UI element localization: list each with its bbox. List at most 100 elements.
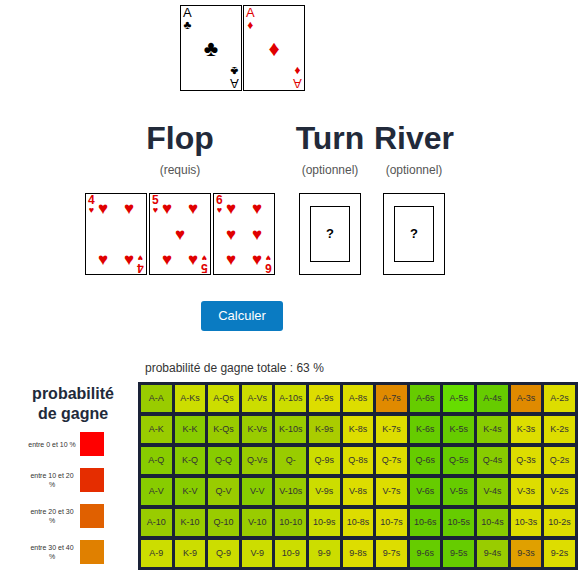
legend-item: entre 0 et 10 % bbox=[28, 432, 138, 456]
heart-pip-icon: ♥ bbox=[162, 200, 172, 217]
hand-cell[interactable]: Q-10 bbox=[208, 509, 239, 536]
hand-cell[interactable]: K-7s bbox=[376, 416, 407, 443]
hand-cell[interactable]: A-Qs bbox=[208, 385, 239, 412]
card-rank: 6 bbox=[265, 262, 272, 274]
hand-cell[interactable]: 9-4s bbox=[477, 540, 508, 567]
card-rank: A bbox=[246, 6, 255, 19]
hand-cell[interactable]: Q-7s bbox=[376, 447, 407, 474]
hand-cell[interactable]: 10-6s bbox=[410, 509, 441, 536]
hand-cell[interactable]: 9-6s bbox=[410, 540, 441, 567]
playing-card: 6♥♥♥♥♥♥♥6♥ bbox=[213, 193, 275, 275]
hand-cell[interactable]: Q-Q bbox=[208, 447, 239, 474]
hand-cell[interactable]: A-9s bbox=[309, 385, 340, 412]
hand-cell[interactable]: V-10 bbox=[242, 509, 273, 536]
hand-cell[interactable]: 10-4s bbox=[477, 509, 508, 536]
hand-cell[interactable]: A-3s bbox=[511, 385, 542, 412]
hand-cell[interactable]: K-9 bbox=[175, 540, 206, 567]
hand-cell[interactable]: V-5s bbox=[443, 478, 474, 505]
heart-pip-icon: ♥ bbox=[226, 200, 236, 217]
hand-cell[interactable]: K-Q bbox=[175, 447, 206, 474]
hand-cell[interactable]: K-4s bbox=[477, 416, 508, 443]
playing-card: A♣♣A♣ bbox=[180, 5, 242, 91]
hand-cell[interactable]: A-7s bbox=[376, 385, 407, 412]
hand-cell[interactable]: A-8s bbox=[343, 385, 374, 412]
hand-cell[interactable]: 9-2s bbox=[544, 540, 575, 567]
hand-cell[interactable]: 9-9 bbox=[309, 540, 340, 567]
card-suit-icon: ♥ bbox=[89, 206, 94, 215]
card-slot[interactable]: ? bbox=[383, 193, 445, 275]
hand-cell[interactable]: 9-8s bbox=[343, 540, 374, 567]
hand-cell[interactable]: 10-3s bbox=[511, 509, 542, 536]
card-suit-icon: ♥ bbox=[153, 206, 158, 215]
hand-cell[interactable]: K-3s bbox=[511, 416, 542, 443]
hand-cell[interactable]: A-9 bbox=[141, 540, 172, 567]
hand-cell[interactable]: A-Vs bbox=[242, 385, 273, 412]
hand-cell[interactable]: K-5s bbox=[443, 416, 474, 443]
hand-cell[interactable]: 10-10 bbox=[275, 509, 306, 536]
hand-cell[interactable]: Q-6s bbox=[410, 447, 441, 474]
hand-cell[interactable]: Q-5s bbox=[443, 447, 474, 474]
hand-cell[interactable]: A-4s bbox=[477, 385, 508, 412]
hand-cell[interactable]: K-K bbox=[175, 416, 206, 443]
hand-cell[interactable]: 10-7s bbox=[376, 509, 407, 536]
hand-cell[interactable]: K-10 bbox=[175, 509, 206, 536]
hand-cell[interactable]: Q- bbox=[275, 447, 306, 474]
hand-cell[interactable]: A-6s bbox=[410, 385, 441, 412]
hand-cell[interactable]: 9-3s bbox=[511, 540, 542, 567]
hand-cell[interactable]: K-2s bbox=[544, 416, 575, 443]
hand-cell[interactable]: K-V bbox=[175, 478, 206, 505]
hand-cell[interactable]: K-Qs bbox=[208, 416, 239, 443]
hand-cell[interactable]: V-9 bbox=[242, 540, 273, 567]
street-title: Flop bbox=[146, 118, 214, 158]
hand-cell[interactable]: 9-7s bbox=[376, 540, 407, 567]
hand-cell[interactable]: 10-8s bbox=[343, 509, 374, 536]
hand-cell[interactable]: V-4s bbox=[477, 478, 508, 505]
hand-cell[interactable]: A-10s bbox=[275, 385, 306, 412]
hole-cards[interactable]: A♣♣A♣A♦♦A♦ bbox=[0, 0, 581, 91]
hand-cell[interactable]: 10-9s bbox=[309, 509, 340, 536]
hand-cell[interactable]: V-2s bbox=[544, 478, 575, 505]
hand-cell[interactable]: 10-9 bbox=[275, 540, 306, 567]
hand-cell[interactable]: V-9s bbox=[309, 478, 340, 505]
hand-cell[interactable]: Q-V bbox=[208, 478, 239, 505]
hand-cell[interactable]: A-A bbox=[141, 385, 172, 412]
hand-cell[interactable]: 10-5s bbox=[443, 509, 474, 536]
hand-cell[interactable]: Q-3s bbox=[511, 447, 542, 474]
hand-cell[interactable]: V-V bbox=[242, 478, 273, 505]
hand-cell[interactable]: V-7s bbox=[376, 478, 407, 505]
hand-cell[interactable]: Q-Vs bbox=[242, 447, 273, 474]
heart-pip-icon: ♥ bbox=[226, 226, 236, 243]
hand-cell[interactable]: K-8s bbox=[343, 416, 374, 443]
hand-cell[interactable]: A-K bbox=[141, 416, 172, 443]
card-slot[interactable]: ? bbox=[299, 193, 361, 275]
hand-cell[interactable]: 9-5s bbox=[443, 540, 474, 567]
hand-cell[interactable]: V-8s bbox=[343, 478, 374, 505]
hand-cell[interactable]: Q-4s bbox=[477, 447, 508, 474]
hand-cell[interactable]: K-6s bbox=[410, 416, 441, 443]
hand-cell[interactable]: K-Vs bbox=[242, 416, 273, 443]
card-suit-icon: ♣ bbox=[204, 32, 218, 65]
hand-cell[interactable]: A-Q bbox=[141, 447, 172, 474]
card-suit-icon: ♦ bbox=[268, 32, 279, 65]
hand-cell[interactable]: K-9s bbox=[309, 416, 340, 443]
hand-cell[interactable]: A-10 bbox=[141, 509, 172, 536]
hand-cell[interactable]: V-3s bbox=[511, 478, 542, 505]
legend-swatch bbox=[80, 504, 104, 528]
calculate-button[interactable]: Calculer bbox=[201, 301, 283, 331]
hand-cell[interactable]: Q-2s bbox=[544, 447, 575, 474]
hand-cell[interactable]: 10-2s bbox=[544, 509, 575, 536]
street-title: River bbox=[374, 118, 454, 158]
hand-cell[interactable]: V-10s bbox=[275, 478, 306, 505]
hand-cell[interactable]: A-V bbox=[141, 478, 172, 505]
heart-pip-icon: ♥ bbox=[162, 251, 172, 268]
hand-cell[interactable]: V-6s bbox=[410, 478, 441, 505]
hand-cell[interactable]: K-10s bbox=[275, 416, 306, 443]
hand-cell[interactable]: Q-9s bbox=[309, 447, 340, 474]
hand-cell[interactable]: Q-9 bbox=[208, 540, 239, 567]
hand-cell[interactable]: A-2s bbox=[544, 385, 575, 412]
hand-cell[interactable]: A-Ks bbox=[175, 385, 206, 412]
hand-cell[interactable]: A-5s bbox=[443, 385, 474, 412]
hand-cell[interactable]: Q-8s bbox=[343, 447, 374, 474]
card-suit-icon: ♥ bbox=[202, 253, 207, 262]
heart-pip-icon: ♥ bbox=[175, 226, 185, 243]
